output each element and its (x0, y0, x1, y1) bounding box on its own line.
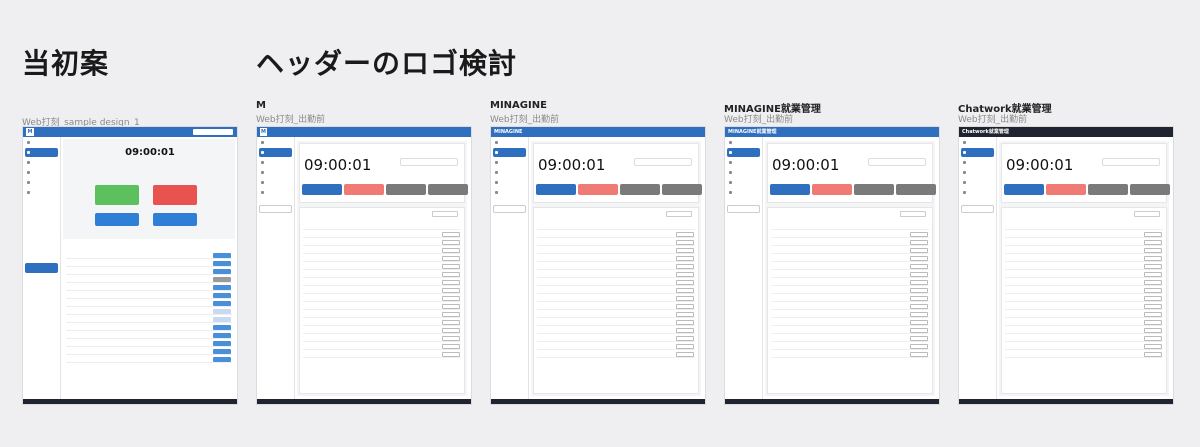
heading-left: 当初案 (22, 47, 110, 80)
mockup-footer (23, 399, 237, 404)
clock-display: 09:00:01 (772, 156, 840, 174)
break-end-button[interactable] (896, 184, 936, 195)
logo-text: MINAGINE就業管理 (728, 129, 777, 135)
break-end-button[interactable] (1130, 184, 1170, 195)
logo-text: MINAGINE (494, 129, 523, 135)
clock-in-button[interactable] (770, 184, 810, 195)
clock-display: 09:00:01 (538, 156, 606, 174)
column-subtitle-2: Web打刻_出勤前 (256, 115, 326, 125)
logo-m-icon: M (26, 128, 34, 136)
logo-text: Chatwork就業管理 (962, 129, 1009, 135)
mockup-header: Chatwork就業管理 (959, 127, 1173, 137)
column-subtitle-3: Web打刻_出勤前 (490, 115, 560, 125)
clock-display: 09:00:01 (125, 147, 175, 158)
mockup-header: MINAGINE就業管理 (725, 127, 939, 137)
mockup-original: M 09:00:01 (22, 126, 238, 405)
mockup-header: MINAGINE (491, 127, 705, 137)
clock-out-button[interactable] (812, 184, 852, 195)
clock-in-button[interactable] (536, 184, 576, 195)
break-end-button[interactable] (153, 213, 197, 226)
clock-in-button[interactable] (1004, 184, 1044, 195)
clock-display: 09:00:01 (304, 156, 372, 174)
mockup-logo-chatwork: Chatwork就業管理 09:00:01 (958, 126, 1174, 405)
mockup-header: M (257, 127, 471, 137)
mockup-sidebar (23, 137, 61, 399)
mockup-logo-m: M 09:00:01 (256, 126, 472, 405)
column-title-2: M (256, 100, 266, 111)
heading-right: ヘッダーのロゴ検討 (256, 47, 518, 80)
sidebar-bottom-button (25, 263, 58, 273)
break-end-button[interactable] (428, 184, 468, 195)
column-title-3: MINAGINE (490, 100, 547, 111)
break-start-button[interactable] (386, 184, 426, 195)
clock-in-button[interactable] (302, 184, 342, 195)
mockup-header: M (23, 127, 237, 137)
break-start-button[interactable] (95, 213, 139, 226)
mockup-logo-minagine-attendance: MINAGINE就業管理 09:00:01 (724, 126, 940, 405)
clock-display: 09:00:01 (1006, 156, 1074, 174)
header-search (193, 129, 233, 135)
clock-out-button[interactable] (1046, 184, 1086, 195)
break-start-button[interactable] (620, 184, 660, 195)
clock-in-button[interactable] (95, 185, 139, 205)
clock-out-button[interactable] (578, 184, 618, 195)
clock-out-button[interactable] (153, 185, 197, 205)
break-end-button[interactable] (662, 184, 702, 195)
break-start-button[interactable] (1088, 184, 1128, 195)
column-subtitle-4: Web打刻_出勤前 (724, 115, 794, 125)
column-subtitle-5: Web打刻_出勤前 (958, 115, 1028, 125)
break-start-button[interactable] (854, 184, 894, 195)
mockup-logo-minagine: MINAGINE 09:00:01 (490, 126, 706, 405)
clock-out-button[interactable] (344, 184, 384, 195)
logo-m-icon: M (260, 128, 267, 136)
